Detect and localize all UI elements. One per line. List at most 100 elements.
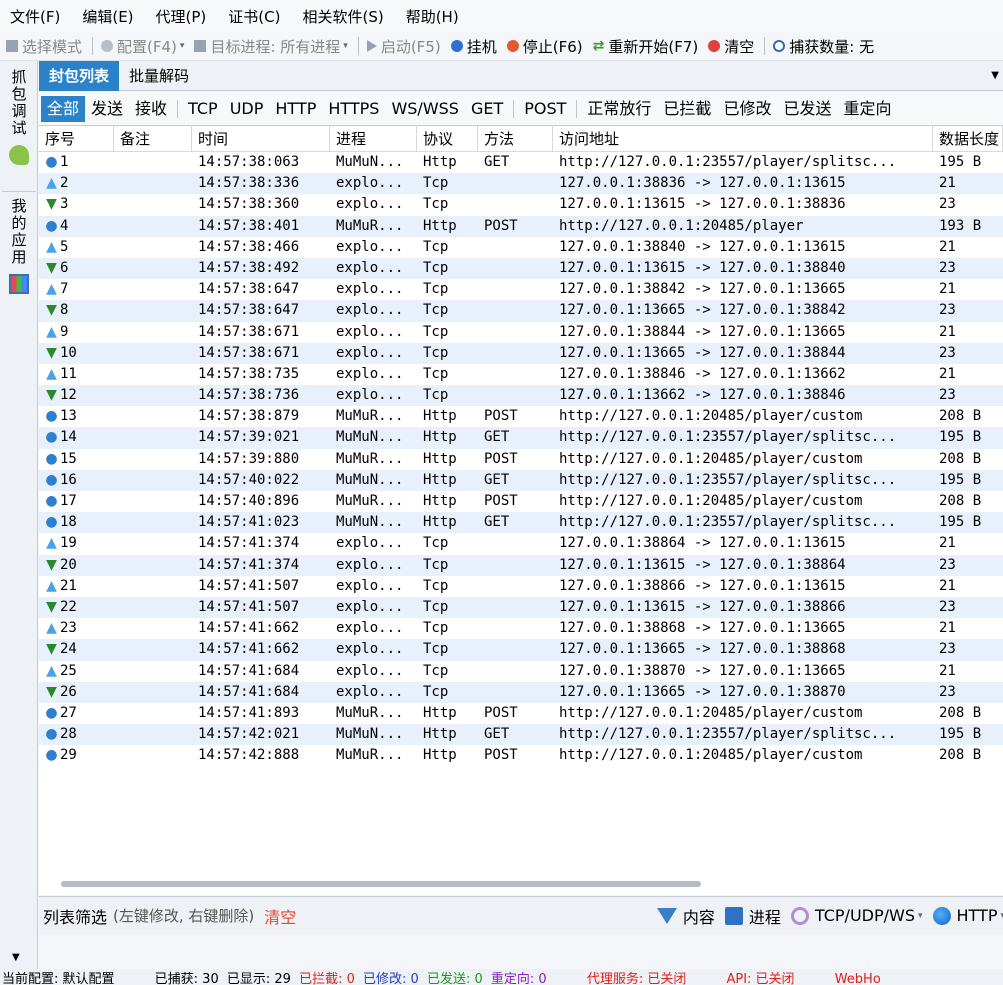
filter-tab-5[interactable]: HTTP (269, 96, 322, 122)
filter-tab-7[interactable]: WS/WSS (385, 96, 465, 122)
menu-item-4[interactable]: 相关软件(S) (302, 6, 383, 27)
select-mode-button[interactable]: 选择模式 (6, 36, 82, 57)
column-header-0[interactable]: 序号 (39, 126, 114, 151)
cell-protocol: Http (423, 471, 457, 488)
capture-count[interactable]: 捕获数量: 无 (773, 36, 874, 57)
cell-length: 208 B (939, 493, 982, 509)
cell-length: 23 (939, 387, 956, 404)
table-row[interactable]: ▲ 11 14:57:38:735 explo... Tcp 127.0.0.1:3884… (39, 364, 1003, 385)
horizontal-scrollbar[interactable] (39, 877, 1003, 891)
filter-tab-1[interactable]: 发送 (85, 96, 129, 122)
table-row[interactable]: ▲ 19 14:57:41:374 explo... Tcp 127.0.0.1:3886… (39, 533, 1003, 554)
target-process-select[interactable]: 目标进程: 所有进程 ▾ (194, 36, 348, 57)
filter-tab-11[interactable]: 已拦截 (657, 96, 717, 122)
cell-process: MuMuR... (336, 450, 404, 467)
arrow-down-icon: ▼ (46, 641, 57, 658)
filter-tab-3[interactable]: TCP (182, 96, 224, 122)
restart-button[interactable]: ⇄ 重新开始(F7) (593, 36, 699, 57)
filter-tab-8[interactable]: GET (465, 96, 509, 122)
table-row[interactable]: ▼ 26 14:57:41:684 explo... Tcp 127.0.0.1:1366… (39, 681, 1003, 703)
table-header: 序号 备注 时间 进程 协议 方法 访问地址 数据长度 (39, 126, 1003, 152)
play-icon (366, 40, 377, 52)
filter-tab-10[interactable]: 正常放行 (581, 96, 657, 122)
clear-button[interactable]: 清空 (708, 36, 754, 57)
cell-no: ▲ 7 (39, 279, 114, 300)
table-row[interactable]: ● 1 14:57:38:063 MuMuN... Http GET http://127.… (39, 152, 1003, 173)
table-row[interactable]: ▼ 12 14:57:38:736 explo... Tcp 127.0.0.1:1366… (39, 385, 1003, 407)
menu-item-5[interactable]: 帮助(H) (406, 6, 459, 27)
column-header-7[interactable]: 数据长度 (933, 126, 1003, 151)
filter-tab-6[interactable]: HTTPS (322, 96, 385, 122)
column-header-6[interactable]: 访问地址 (553, 126, 933, 151)
table-row[interactable]: ● 14 14:57:39:021 MuMuN... Http GET http://127… (39, 427, 1003, 449)
tab-batch-decode[interactable]: 批量解码 (119, 61, 199, 91)
globe-icon: ● (45, 408, 58, 425)
table-row[interactable]: ▼ 3 14:57:38:360 explo... Tcp 127.0.0.1:13615… (39, 194, 1003, 215)
cell-remark (114, 618, 192, 639)
filter-tab-13[interactable]: 已发送 (777, 96, 837, 122)
table-row[interactable]: ▲ 7 14:57:38:647 explo... Tcp 127.0.0.1:38842… (39, 279, 1003, 300)
side-tab-capture-debug[interactable]: 抓包调试 (2, 69, 36, 165)
column-header-1[interactable]: 备注 (114, 126, 192, 151)
table-row[interactable]: ● 15 14:57:39:880 MuMuR... Http POST http://12… (39, 449, 1003, 470)
table-row[interactable]: ● 28 14:57:42:021 MuMuN... Http GET http://127… (39, 724, 1003, 746)
filter-tab-4[interactable]: UDP (224, 96, 270, 122)
chevron-down-icon[interactable]: ▼ (12, 952, 20, 963)
table-row[interactable]: ● 4 14:57:38:401 MuMuR... Http POST http://127… (39, 215, 1003, 237)
column-header-3[interactable]: 进程 (330, 126, 417, 151)
table-row[interactable]: ▲ 5 14:57:38:466 explo... Tcp 127.0.0.1:38840… (39, 237, 1003, 258)
tab-packet-list[interactable]: 封包列表 (39, 60, 120, 91)
filter-tcp-udp-ws-button[interactable]: TCP/UDP/WS ▾ (790, 906, 923, 925)
table-row[interactable]: ▼ 22 14:57:41:507 explo... Tcp 127.0.0.1:1361… (39, 596, 1003, 619)
cell-remark (114, 364, 192, 385)
cell-length: 208 B (939, 704, 982, 721)
cell-url: 127.0.0.1:13615 -> 127.0.0.1:38836 (559, 196, 846, 213)
start-button[interactable]: 启动(F5) (366, 36, 441, 57)
hang-button[interactable]: 挂机 (450, 36, 497, 57)
cell-remark (114, 258, 192, 279)
filter-content-button[interactable]: 内容 (656, 904, 715, 928)
menu-item-2[interactable]: 代理(P) (156, 6, 207, 27)
table-row[interactable]: ▲ 23 14:57:41:662 explo... Tcp 127.0.0.1:3886… (39, 618, 1003, 639)
table-row[interactable]: ● 13 14:57:38:879 MuMuR... Http POST http://12… (39, 406, 1003, 427)
scrollbar-thumb[interactable] (61, 881, 701, 887)
side-tab-my-apps[interactable]: 我的应用 (2, 191, 36, 294)
table-row[interactable]: ▼ 8 14:57:38:647 explo... Tcp 127.0.0.1:13665… (39, 300, 1003, 322)
cell-remark (114, 703, 192, 724)
filter-tab-0[interactable]: 全部 (41, 95, 86, 122)
cell-time: 14:57:41:662 (198, 620, 300, 637)
filter-tab-12[interactable]: 已修改 (717, 96, 777, 122)
table-row[interactable]: ▼ 10 14:57:38:671 explo... Tcp 127.0.0.1:1366… (39, 342, 1003, 364)
table-row[interactable]: ● 18 14:57:41:023 MuMuN... Http GET http://127… (39, 512, 1003, 534)
column-header-2[interactable]: 时间 (192, 126, 330, 151)
table-row[interactable]: ▼ 24 14:57:41:662 explo... Tcp 127.0.0.1:1366… (39, 639, 1003, 661)
stop-button[interactable]: 停止(F6) (506, 36, 583, 57)
table-row[interactable]: ▼ 6 14:57:38:492 explo... Tcp 127.0.0.1:13615… (39, 257, 1003, 280)
menu-item-3[interactable]: 证书(C) (228, 6, 280, 27)
filter-http-button[interactable]: HTTP ▾ (932, 906, 1003, 925)
chevron-down-icon[interactable]: ▼ (991, 70, 999, 81)
table-row[interactable]: ▲ 21 14:57:41:507 explo... Tcp 127.0.0.1:3886… (39, 576, 1003, 597)
table-row[interactable]: ▲ 2 14:57:38:336 explo... Tcp 127.0.0.1:38836… (39, 173, 1003, 195)
filter-tab-2[interactable]: 接收 (129, 96, 173, 122)
table-row[interactable]: ● 29 14:57:42:888 MuMuR... Http POST http://12… (39, 745, 1003, 766)
menu-item-0[interactable]: 文件(F) (10, 6, 60, 27)
filter-tab-14[interactable]: 重定向 (837, 96, 897, 122)
filter-tab-9[interactable]: POST (518, 96, 572, 122)
cell-method: GET (484, 514, 510, 531)
chevron-down-icon[interactable]: ▾ (180, 41, 185, 51)
column-header-4[interactable]: 协议 (417, 126, 478, 151)
cell-url: http://127.0.0.1:20485/player/custom (559, 704, 863, 721)
menu-item-1[interactable]: 编辑(E) (82, 6, 133, 27)
table-row[interactable]: ● 16 14:57:40:022 MuMuN... Http GET http://127… (39, 469, 1003, 491)
table-row[interactable]: ▼ 20 14:57:41:374 explo... Tcp 127.0.0.1:1361… (39, 554, 1003, 576)
filter-process-button[interactable]: 进程 (724, 904, 781, 928)
table-row[interactable]: ▲ 25 14:57:41:684 explo... Tcp 127.0.0.1:3887… (39, 661, 1003, 682)
table-row[interactable]: ● 17 14:57:40:896 MuMuR... Http POST http://12… (39, 491, 1003, 512)
cell-length: 23 (939, 344, 956, 361)
filter-clear-link[interactable]: 清空 (264, 904, 296, 928)
config-button[interactable]: 配置(F4) ▾ (101, 36, 184, 57)
column-header-5[interactable]: 方法 (478, 126, 553, 151)
table-row[interactable]: ▲ 9 14:57:38:671 explo... Tcp 127.0.0.1:38844… (39, 322, 1003, 343)
table-row[interactable]: ● 27 14:57:41:893 MuMuR... Http POST http://12… (39, 703, 1003, 724)
